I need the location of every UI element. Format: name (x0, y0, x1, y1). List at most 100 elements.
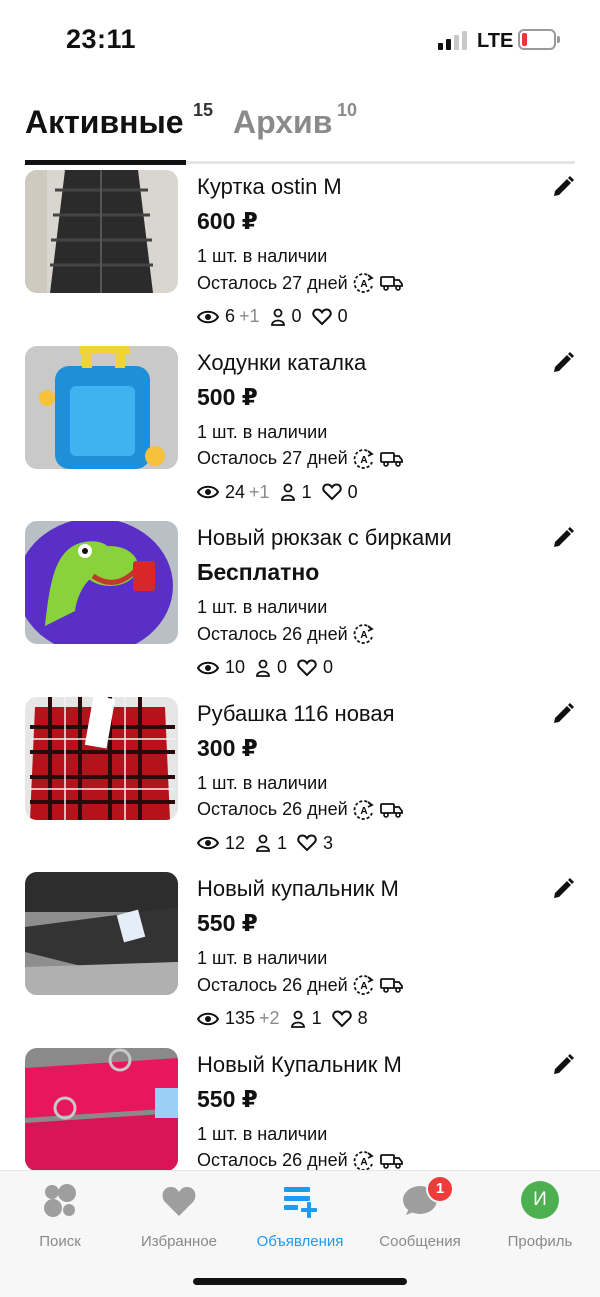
nav-favorites-label: Избранное (140, 1233, 218, 1250)
svg-text:A: A (360, 455, 367, 466)
listing-price: 550 ₽ (197, 910, 258, 936)
tab-active[interactable]: Активные 15 (25, 98, 213, 164)
contacts-count: 1 (301, 481, 312, 502)
listing-stock: 1 шт. в наличии (197, 772, 328, 793)
listing-remaining-text: Осталось 26 дней (197, 974, 348, 995)
listing-stock: 1 шт. в наличии (197, 1123, 328, 1144)
views-count: 10 (225, 657, 246, 677)
favorites-heart-icon (297, 658, 323, 677)
delivery-truck-icon (379, 802, 404, 818)
views-increment: +1 (239, 306, 260, 326)
favorites-count: 8 (357, 1008, 368, 1028)
listing-thumbnail[interactable] (25, 696, 178, 820)
views-eye-icon (197, 310, 225, 324)
contacts-count: 1 (277, 832, 288, 853)
listing-remaining: Осталось 27 дней A (197, 272, 404, 294)
nav-search[interactable]: Поиск (0, 1181, 120, 1251)
listing-card[interactable]: Новый купальник M 550 ₽ 1 шт. в наличии Ост… (0, 872, 600, 1048)
views-increment: +1 (249, 481, 270, 502)
edit-pencil-icon[interactable] (550, 876, 576, 902)
tab-active-label: Активные (25, 104, 184, 140)
favorites-heart-icon (321, 483, 348, 501)
svg-text:A: A (360, 1157, 367, 1168)
nav-favorites[interactable]: Избранное (119, 1181, 239, 1251)
listing-stock: 1 шт. в наличии (197, 246, 328, 266)
nav-ads[interactable]: Объявления (240, 1181, 360, 1251)
views-increment: +2 (259, 1008, 280, 1028)
listing-title[interactable]: Ходунки каталка (197, 350, 366, 376)
listing-title[interactable]: Новый рюкзак с бирками (197, 525, 452, 551)
views-eye-icon (197, 1012, 225, 1026)
contacts-person-icon (270, 308, 292, 326)
favorites-count: 0 (323, 657, 334, 677)
edit-pencil-icon[interactable] (550, 350, 576, 376)
active-tab-indicator (25, 160, 186, 165)
edit-pencil-icon[interactable] (550, 174, 576, 200)
favorites-count: 0 (347, 481, 358, 502)
tab-archive-label: Архив (233, 104, 333, 140)
avatar: И (521, 1181, 559, 1219)
contacts-count: 1 (311, 1008, 322, 1028)
listing-title[interactable]: Куртка ostin M (197, 174, 342, 200)
auto-renew-icon: A (353, 272, 375, 294)
listing-title[interactable]: Рубашка 116 новая (197, 701, 395, 727)
listing-remaining: Осталось 26 дней A (197, 1150, 404, 1170)
views-count: 12 (225, 832, 246, 853)
auto-renew-icon: A (353, 623, 375, 645)
delivery-truck-icon (379, 977, 404, 993)
profile-avatar: И (520, 1181, 560, 1221)
auto-renew-icon: A (353, 1150, 375, 1170)
status-bar: 23:11 LTE (0, 0, 600, 80)
listing-remaining-text: Осталось 27 дней (197, 448, 348, 468)
chat-bubble-icon: 1 (400, 1175, 454, 1221)
tab-active-count: 15 (193, 100, 214, 120)
edit-pencil-icon[interactable] (550, 525, 576, 551)
listing-price: Бесплатно (197, 559, 320, 585)
search-dots-icon (40, 1181, 80, 1221)
views-eye-icon (197, 485, 225, 499)
listing-card[interactable]: Новый Купальник M 550 ₽ 1 шт. в наличии Ост… (0, 1047, 600, 1170)
delivery-truck-icon (379, 451, 404, 467)
auto-renew-icon: A (353, 799, 375, 821)
listing-card[interactable]: Ходунки каталка 500 ₽ 1 шт. в наличии Остал… (0, 345, 600, 522)
favorites-heart-icon (297, 834, 323, 852)
listing-stock: 1 шт. в наличии (197, 948, 328, 968)
signal-icon (438, 30, 468, 50)
contacts-count: 0 (277, 657, 288, 677)
listing-price: 300 ₽ (197, 734, 258, 761)
delivery-truck-icon (379, 1153, 404, 1169)
listing-card[interactable]: Рубашка 116 новая 300 ₽ 1 шт. в наличии Ост… (0, 696, 600, 873)
listing-card[interactable]: Новый рюкзак с бирками Бесплатно 1 шт. в н… (0, 521, 600, 697)
listing-stats: 24 +1 1 0 (197, 482, 368, 503)
listing-tabs: Активные 15 Архив 10 (25, 98, 575, 164)
views-count: 24 (225, 481, 246, 502)
listing-title[interactable]: Новый купальник M (197, 876, 399, 902)
listing-thumbnail[interactable] (25, 170, 178, 293)
listing-remaining: Осталось 26 дней A (197, 974, 404, 996)
auto-renew-icon: A (353, 448, 375, 470)
contacts-person-icon (255, 834, 277, 852)
tab-archive[interactable]: Архив 10 (233, 98, 357, 164)
listing-thumbnail[interactable] (25, 345, 178, 469)
edit-pencil-icon[interactable] (550, 1052, 576, 1078)
listing-card[interactable]: Куртка ostin M 600 ₽ 1 шт. в наличии Остало… (0, 170, 600, 346)
listing-remaining-text: Осталось 26 дней (197, 799, 348, 819)
nav-ads-label: Объявления (256, 1233, 344, 1250)
listing-title[interactable]: Новый Купальник M (197, 1052, 402, 1078)
listing-thumbnail[interactable] (25, 872, 178, 995)
views-eye-icon (197, 836, 225, 850)
favorites-count: 0 (337, 306, 348, 326)
contacts-person-icon (255, 659, 277, 677)
listing-remaining-text: Осталось 26 дней (197, 1150, 348, 1170)
nav-messages[interactable]: 1 Сообщения (360, 1175, 480, 1251)
listing-price: 500 ₽ (197, 383, 258, 410)
nav-profile[interactable]: И Профиль (480, 1181, 600, 1251)
listing-stock: 1 шт. в наличии (197, 597, 328, 617)
listing-thumbnail[interactable] (25, 1047, 178, 1170)
favorites-count: 3 (323, 832, 334, 853)
listing-stock: 1 шт. в наличии (197, 421, 328, 442)
edit-pencil-icon[interactable] (550, 701, 576, 727)
listing-thumbnail[interactable] (25, 521, 178, 644)
nav-messages-label: Сообщения (379, 1233, 461, 1250)
home-indicator (193, 1278, 407, 1285)
